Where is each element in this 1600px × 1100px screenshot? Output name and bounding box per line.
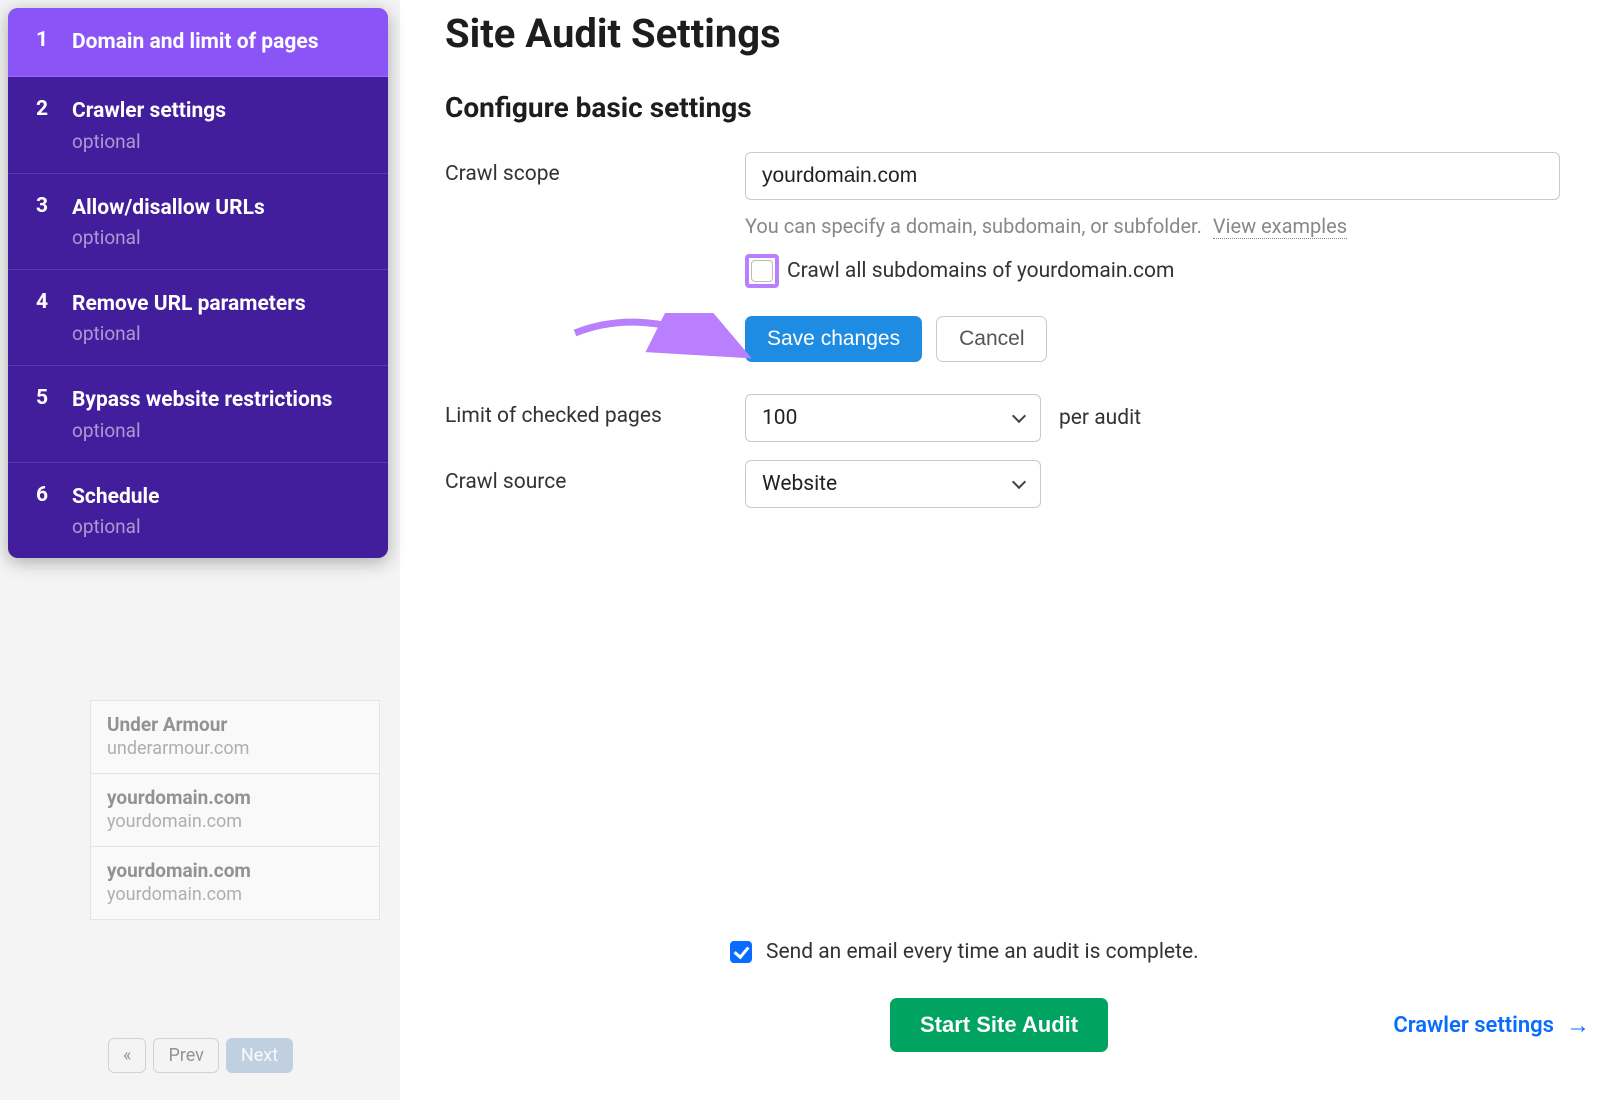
background-pager: « Prev Next [108,1038,293,1073]
crawl-scope-row: Crawl scope You can specify a domain, su… [445,152,1575,362]
step-number: 5 [36,386,72,410]
start-site-audit-button[interactable]: Start Site Audit [890,998,1108,1052]
step-optional: optional [72,130,366,153]
bg-list-item: yourdomain.com yourdomain.com [90,847,380,920]
chevron-down-icon [1012,409,1026,423]
sidebar-step-allow-disallow[interactable]: 3 Allow/disallow URLs optional [8,174,388,270]
arrow-right-icon: → [1566,1011,1590,1040]
limit-pages-label: Limit of checked pages [445,394,745,428]
section-title: Configure basic settings [445,91,1575,124]
step-number: 4 [36,290,72,314]
bg-list-title: Under Armour [107,713,363,736]
crawler-settings-next-link[interactable]: Crawler settings → [1393,1011,1590,1040]
settings-panel: Site Audit Settings Configure basic sett… [445,10,1575,526]
bg-list-title: yourdomain.com [107,859,363,882]
bg-list-sub: yourdomain.com [107,884,363,905]
annotation-highlight [745,254,779,288]
step-number: 6 [36,483,72,507]
view-examples-link[interactable]: View examples [1213,214,1347,239]
crawl-scope-label: Crawl scope [445,152,745,186]
save-changes-button[interactable]: Save changes [745,316,922,362]
step-label: Bypass website restrictions [72,386,366,414]
pager-prev: Prev [153,1038,218,1073]
step-label: Domain and limit of pages [72,28,366,56]
step-optional: optional [72,226,366,249]
limit-pages-select[interactable]: 100 [745,394,1041,442]
step-number: 2 [36,97,72,121]
sidebar-step-domain-limit[interactable]: 1 Domain and limit of pages [8,8,388,77]
bg-list-item: Under Armour underarmour.com [90,700,380,774]
step-number: 3 [36,194,72,218]
crawl-scope-hint: You can specify a domain, subdomain, or … [745,214,1575,238]
step-optional: optional [72,322,366,345]
pager-next: Next [226,1038,293,1073]
pager-rewind: « [108,1038,146,1073]
page-title: Site Audit Settings [445,10,1575,57]
sidebar-step-bypass-restrictions[interactable]: 5 Bypass website restrictions optional [8,366,388,462]
bg-list-item: yourdomain.com yourdomain.com [90,774,380,847]
step-optional: optional [72,515,366,538]
crawl-subdomains-label: Crawl all subdomains of yourdomain.com [787,259,1174,283]
bg-list-sub: underarmour.com [107,738,363,759]
sidebar-step-crawler-settings[interactable]: 2 Crawler settings optional [8,77,388,173]
crawl-scope-input[interactable] [745,152,1560,200]
step-number: 1 [36,28,72,52]
footer: Send an email every time an audit is com… [730,940,1575,1052]
email-notify-checkbox[interactable] [730,941,752,963]
sidebar-step-schedule[interactable]: 6 Schedule optional [8,463,388,558]
limit-pages-row: Limit of checked pages 100 per audit [445,394,1575,442]
crawl-subdomains-row: Crawl all subdomains of yourdomain.com [745,254,1575,288]
sidebar-step-remove-url-params[interactable]: 4 Remove URL parameters optional [8,270,388,366]
background-project-list: Under Armour underarmour.com yourdomain.… [90,700,380,920]
bg-list-title: yourdomain.com [107,786,363,809]
next-link-label: Crawler settings [1393,1013,1554,1038]
step-label: Allow/disallow URLs [72,194,366,222]
crawl-source-select[interactable]: Website [745,460,1041,508]
email-notify-row: Send an email every time an audit is com… [730,940,1575,964]
step-label: Remove URL parameters [72,290,366,318]
crawl-source-label: Crawl source [445,460,745,494]
step-label: Crawler settings [72,97,366,125]
cancel-button[interactable]: Cancel [936,316,1047,362]
email-notify-label: Send an email every time an audit is com… [766,940,1199,964]
setup-steps-sidebar: 1 Domain and limit of pages 2 Crawler se… [8,8,388,558]
step-optional: optional [72,419,366,442]
crawl-scope-hint-text: You can specify a domain, subdomain, or … [745,214,1202,238]
crawl-source-value: Website [762,472,837,496]
crawl-subdomains-checkbox[interactable] [751,260,773,282]
step-label: Schedule [72,483,366,511]
limit-pages-value: 100 [762,406,797,430]
chevron-down-icon [1012,475,1026,489]
limit-pages-suffix: per audit [1059,406,1141,430]
crawl-source-row: Crawl source Website [445,460,1575,508]
bg-list-sub: yourdomain.com [107,811,363,832]
